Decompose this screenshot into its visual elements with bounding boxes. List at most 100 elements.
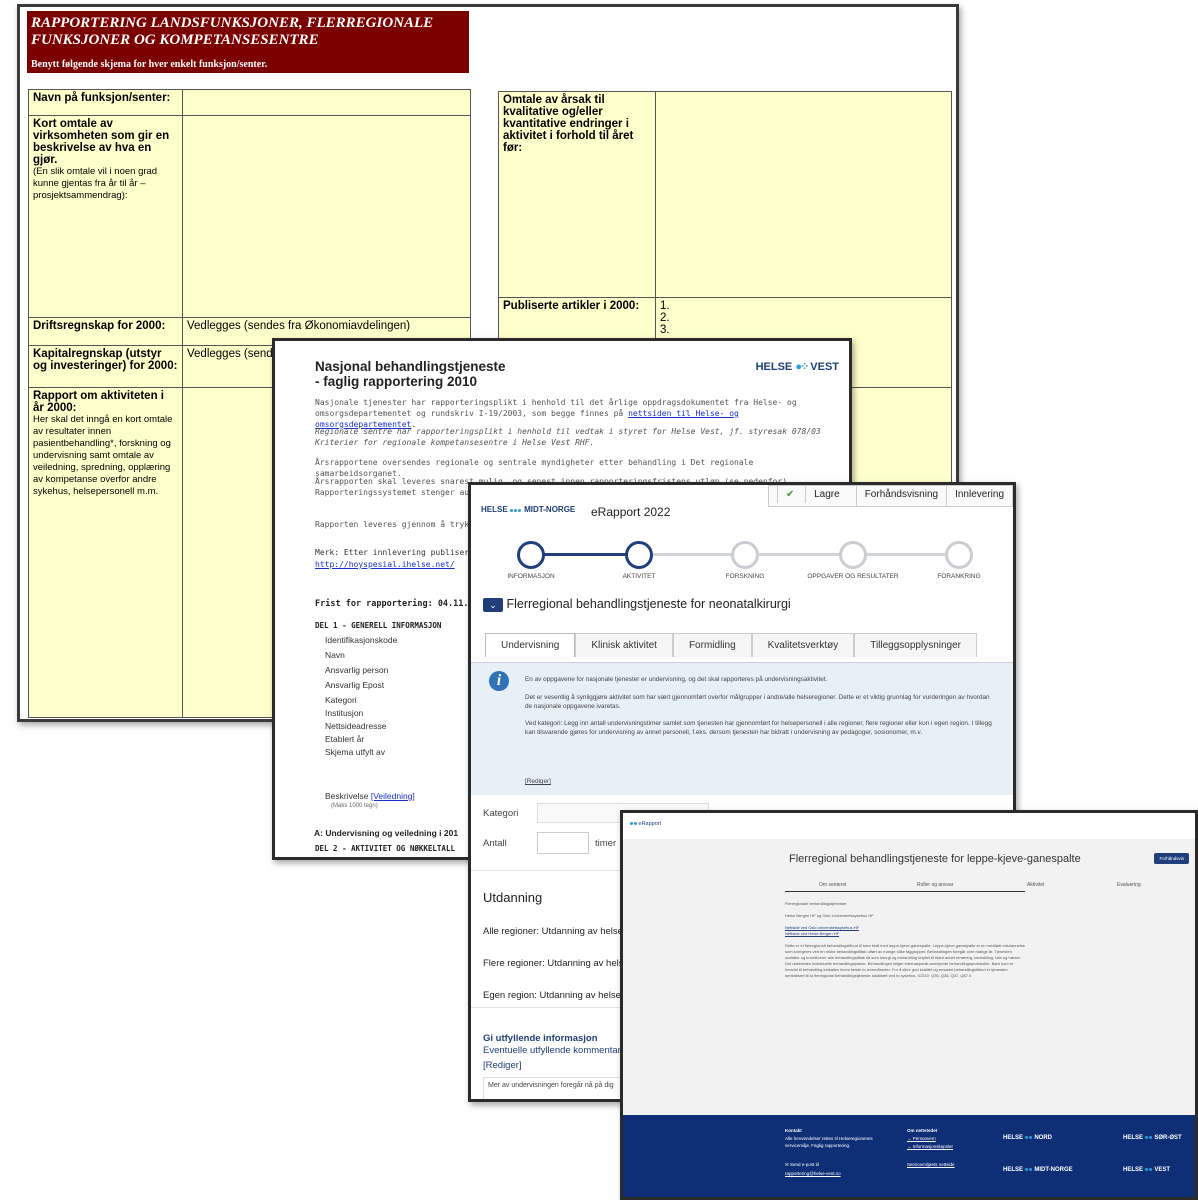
tab-evaluering[interactable]: Evaluering bbox=[1117, 882, 1141, 888]
tab-kvalitetsverktoy[interactable]: Kvalitetsverktøy bbox=[751, 633, 855, 657]
kontakt-heading: Kontakt bbox=[785, 1128, 802, 1133]
beaker-icon bbox=[731, 541, 759, 569]
hoyspesial-link[interactable]: http://hoyspesial.ihelse.net/ bbox=[315, 560, 455, 569]
info-text-3: Ved kategori: Legg inn antall undervisni… bbox=[525, 720, 992, 736]
gi-utfyllende-heading: Gi utfyllende informasjon bbox=[483, 1033, 598, 1044]
personvern-link[interactable]: → Personvern bbox=[907, 1135, 936, 1142]
tab-roller[interactable]: Roller og ansvar bbox=[917, 882, 953, 888]
veiledning-link[interactable]: [Veiledning] bbox=[371, 791, 415, 801]
kort-omtale-note: (En slik omtale vil i noen grad kunne gj… bbox=[33, 166, 158, 201]
step-aktivitet[interactable]: AKTIVITET bbox=[579, 541, 699, 580]
app-title: eRapport 2022 bbox=[591, 505, 671, 519]
page-title: Nasjonal behandlingstjeneste - faglig ra… bbox=[315, 359, 506, 389]
utdanning-heading: Utdanning bbox=[483, 890, 543, 905]
helse-midt-norge-logo: HELSE MIDT-NORGE bbox=[481, 505, 576, 514]
chevron-down-icon[interactable]: ⌄ bbox=[483, 598, 503, 612]
om-nettstedet-heading: Om nettstedet bbox=[907, 1128, 938, 1133]
service-link[interactable]: Servicemiljøets nettside bbox=[907, 1161, 955, 1168]
forhandsvisning-button[interactable]: Forhåndsvisning bbox=[855, 486, 946, 506]
field-label: Skjema utfylt av bbox=[325, 747, 385, 757]
rapport-aktivitet-text: Rapport om aktiviteten i år 2000: bbox=[33, 390, 164, 414]
artikkel-item: 1. bbox=[660, 300, 670, 312]
helse-vest-logo: HELSE ●⁘ VEST bbox=[755, 361, 839, 373]
lagre-button[interactable]: ✔ Lagre bbox=[769, 486, 856, 506]
informasjonskapsler-link[interactable]: → Informasjonskapsler bbox=[907, 1143, 953, 1150]
utdanning-row: Alle regioner: Utdanning av helse bbox=[483, 926, 623, 937]
omtale-endringer-field[interactable] bbox=[655, 91, 952, 298]
navn-field[interactable] bbox=[182, 89, 471, 116]
kort-omtale-text: Kort omtale av virksomheten som gir en b… bbox=[33, 118, 170, 166]
document-icon bbox=[839, 541, 867, 569]
del1-heading: DEL 1 - GENERELL INFORMASJON bbox=[315, 621, 442, 630]
flask-icon bbox=[517, 541, 545, 569]
logo-dots-icon: ●⁘ bbox=[795, 361, 809, 373]
kategori-label: Kategori bbox=[483, 808, 519, 819]
tab-klinisk-aktivitet[interactable]: Klinisk aktivitet bbox=[575, 633, 673, 657]
tab-om-senteret[interactable]: Om senteret bbox=[819, 882, 847, 888]
beskrivelse-row: Beskrivelse [Veiledning] bbox=[325, 791, 415, 801]
tab-undervisning[interactable]: Undervisning bbox=[485, 633, 576, 657]
field-label: Ansvarlig person bbox=[325, 665, 389, 675]
antall-input[interactable] bbox=[537, 832, 589, 854]
tab-formidling[interactable]: Formidling bbox=[672, 633, 752, 657]
tab-aktivitet[interactable]: Aktivitet bbox=[1027, 882, 1045, 888]
info-text-2: Det er vesentlig å synliggjøre aktivitet… bbox=[525, 694, 990, 710]
step-forankring[interactable]: FORANKRING bbox=[899, 541, 1013, 580]
body-text: Dette er et flerregionalt behandlingstil… bbox=[785, 943, 1025, 978]
step-oppgaver[interactable]: OPPGAVER OG RESULTATER bbox=[793, 541, 913, 580]
field-label: Ansvarlig Epost bbox=[325, 680, 385, 690]
field-label: Navn bbox=[325, 650, 345, 660]
info-text-1: En av oppgavene for nasjonale tjenester … bbox=[525, 676, 828, 683]
helse-vest-logo: HELSE VEST bbox=[1123, 1167, 1171, 1173]
field-label: Nettsideadresse bbox=[325, 721, 387, 731]
banner-subtitle: Benytt følgende skjema for hver enkelt f… bbox=[31, 59, 268, 70]
progress-steps: INFORMASJON AKTIVITET FORSKNING OPPGAVER… bbox=[471, 541, 1013, 591]
navn-label: Navn på funksjon/senter: bbox=[28, 89, 183, 116]
kort-omtale-field[interactable] bbox=[182, 115, 471, 318]
check-icon: ✔ bbox=[776, 486, 803, 503]
artikkel-item: 3. bbox=[660, 324, 670, 336]
mail-link[interactable]: rapportering@helse-vest.no bbox=[785, 1170, 841, 1177]
field-label: Kategori bbox=[325, 695, 357, 705]
mail-icon: ✉ bbox=[785, 1162, 789, 1167]
timer-label: timer bbox=[595, 838, 617, 849]
frist-text: Frist for rapportering: 04.11.201 bbox=[315, 599, 484, 609]
rediger-link-2[interactable]: [Rediger] bbox=[483, 1060, 522, 1071]
helse-sor-ost-logo: HELSE SØR-ØST bbox=[1123, 1135, 1182, 1141]
driftsregnskap-label: Driftsregnskap for 2000: bbox=[28, 317, 183, 346]
erapport-header: eRapport bbox=[623, 813, 1195, 839]
content-area: Flerregional behandlingstjeneste for lep… bbox=[623, 839, 1195, 1115]
form-banner: RAPPORTERING LANDSFUNKSJONER, FLERREGION… bbox=[27, 11, 469, 73]
rapport-aktivitet-note: Her skal det inngå en kort omtale av res… bbox=[33, 414, 173, 497]
helse-nord-logo: HELSE NORD bbox=[1003, 1135, 1053, 1141]
footer: Kontakt Alle henvendelser rettes til Hel… bbox=[623, 1115, 1195, 1197]
erapport-leppe-window: eRapport Flerregional behandlingstjenest… bbox=[620, 810, 1198, 1200]
omtale-endringer-label: Omtale av årsak til kvalitative og/eller… bbox=[498, 91, 656, 298]
artikkel-item: 2. bbox=[660, 312, 670, 324]
kapitalregnskap-label: Kapitalregnskap (utstyr og investeringer… bbox=[28, 345, 183, 388]
step-informasjon[interactable]: INFORMASJON bbox=[471, 541, 591, 580]
field-label: Identifikasjonskode bbox=[325, 635, 398, 645]
erapport-logo: eRapport bbox=[629, 821, 661, 827]
kontakt-text: Alle henvendelser rettes til Helseregion… bbox=[785, 1136, 873, 1148]
innlevering-button[interactable]: Innlevering bbox=[946, 486, 1012, 506]
toolbar: ✔ Lagre Forhåndsvisning Innlevering bbox=[767, 485, 1013, 507]
tab-tilleggsopplysninger[interactable]: Tilleggsopplysninger bbox=[854, 633, 978, 657]
document-icon bbox=[945, 541, 973, 569]
title-line-1: Nasjonal behandlingstjeneste bbox=[315, 359, 506, 374]
info-line: Helse Bergen HF og Oslo Universitetssyke… bbox=[785, 913, 874, 918]
forhandsvis-button[interactable]: Forhåndsvis bbox=[1154, 853, 1189, 864]
banner-title: RAPPORTERING LANDSFUNKSJONER, FLERREGION… bbox=[31, 15, 434, 48]
title-line-2: - faglig rapportering 2010 bbox=[315, 374, 478, 389]
nettside-link[interactable]: Nettside ved Helse Bergen HF bbox=[785, 931, 1025, 937]
step-forskning[interactable]: FORSKNING bbox=[685, 541, 805, 580]
intro-paragraph-2: Regionale sentre har rapporteringsplikt … bbox=[315, 427, 821, 447]
tjeneste-title: ⌄ Flerregional behandlingstjeneste for n… bbox=[483, 597, 791, 612]
utdanning-row: Egen region: Utdanning av helsep bbox=[483, 990, 627, 1001]
info-box: i En av oppgavene for nasjonale tjeneste… bbox=[471, 662, 1013, 795]
kort-omtale-label: Kort omtale av virksomheten som gir en b… bbox=[28, 115, 183, 318]
w2-lower-clip: A: Undervisning og veiledning i 201 bbox=[272, 820, 472, 860]
rediger-link[interactable]: [Rediger] bbox=[525, 777, 995, 786]
antall-label: Antall bbox=[483, 838, 507, 849]
field-label: Institusjon bbox=[325, 708, 364, 718]
